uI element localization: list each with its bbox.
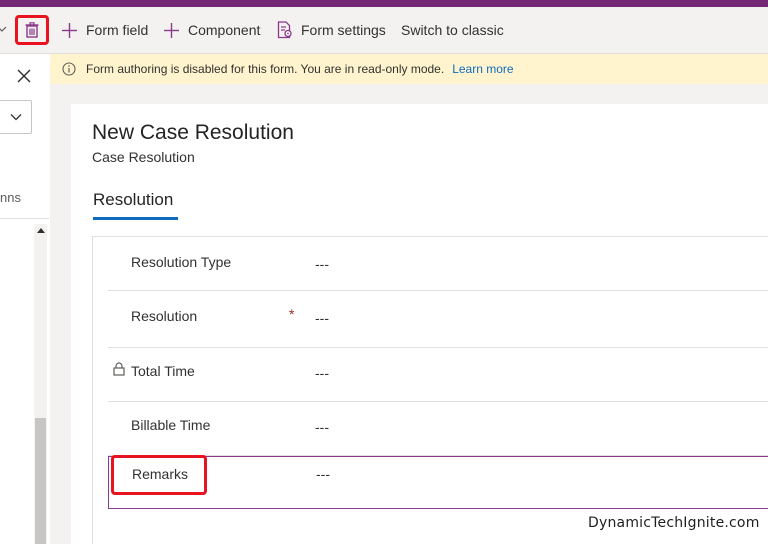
- form-section: Resolution Type --- Resolution * --- Tot…: [92, 236, 768, 544]
- switch-to-classic-label: Switch to classic: [401, 22, 504, 38]
- field-label: Billable Time: [131, 417, 211, 433]
- form-canvas: New Case Resolution Case Resolution Reso…: [50, 84, 768, 544]
- component-label: Component: [188, 22, 261, 38]
- add-component-button[interactable]: Component: [163, 19, 260, 41]
- field-label: Total Time: [131, 363, 195, 379]
- app-header-stripe: [0, 0, 768, 7]
- read-only-info-bar: Form authoring is disabled for this form…: [50, 54, 768, 84]
- info-icon: [62, 62, 76, 76]
- field-value: ---: [316, 466, 330, 482]
- delete-button[interactable]: [15, 15, 49, 45]
- field-row-remarks[interactable]: Remarks ---: [108, 455, 768, 509]
- field-value: ---: [315, 419, 329, 435]
- chevron-down-icon[interactable]: [0, 21, 8, 37]
- lock-icon: [113, 362, 125, 376]
- field-row-resolution[interactable]: Resolution * ---: [108, 294, 768, 348]
- pane-dropdown[interactable]: [0, 100, 32, 134]
- chevron-down-icon: [10, 114, 22, 121]
- add-form-field-button[interactable]: Form field: [61, 19, 148, 41]
- form-settings-icon: [277, 21, 292, 39]
- left-pane-scrollbar[interactable]: [34, 224, 47, 544]
- field-value: ---: [315, 365, 329, 381]
- field-label: Resolution: [131, 308, 198, 324]
- field-row-total-time[interactable]: Total Time ---: [108, 348, 768, 402]
- form-settings-label: Form settings: [301, 22, 386, 38]
- left-pane-label: nns: [0, 190, 21, 205]
- switch-to-classic-button[interactable]: Switch to classic: [401, 19, 504, 41]
- field-label: Remarks: [132, 466, 189, 482]
- close-icon[interactable]: [16, 68, 32, 84]
- field-row-billable-time[interactable]: Billable Time ---: [108, 402, 768, 456]
- tab-underline: [93, 217, 178, 220]
- scrollbar-thumb[interactable]: [35, 418, 46, 544]
- left-pane: nns: [0, 54, 51, 544]
- form-settings-button[interactable]: Form settings: [277, 19, 386, 41]
- form-field-label: Form field: [86, 22, 149, 38]
- field-row-resolution-type[interactable]: Resolution Type ---: [108, 237, 768, 291]
- required-indicator: *: [289, 306, 295, 322]
- plus-icon: [164, 22, 179, 38]
- plus-icon: [62, 22, 77, 38]
- field-value: ---: [315, 256, 329, 272]
- command-bar: Form field Component Form settings Switc…: [0, 7, 768, 54]
- form-title: New Case Resolution: [92, 121, 294, 144]
- field-label: Resolution Type: [131, 254, 232, 270]
- info-message: Form authoring is disabled for this form…: [86, 62, 445, 76]
- field-value: ---: [315, 310, 329, 326]
- form-subtitle: Case Resolution: [92, 149, 195, 165]
- form-card: New Case Resolution Case Resolution Reso…: [71, 104, 768, 544]
- trash-icon: [25, 22, 39, 38]
- tab-resolution[interactable]: Resolution: [93, 190, 173, 210]
- scroll-up-arrow-icon[interactable]: [37, 228, 45, 233]
- divider: [0, 218, 49, 219]
- learn-more-link[interactable]: Learn more: [452, 62, 513, 76]
- watermark: DynamicTechIgnite.com: [588, 515, 760, 531]
